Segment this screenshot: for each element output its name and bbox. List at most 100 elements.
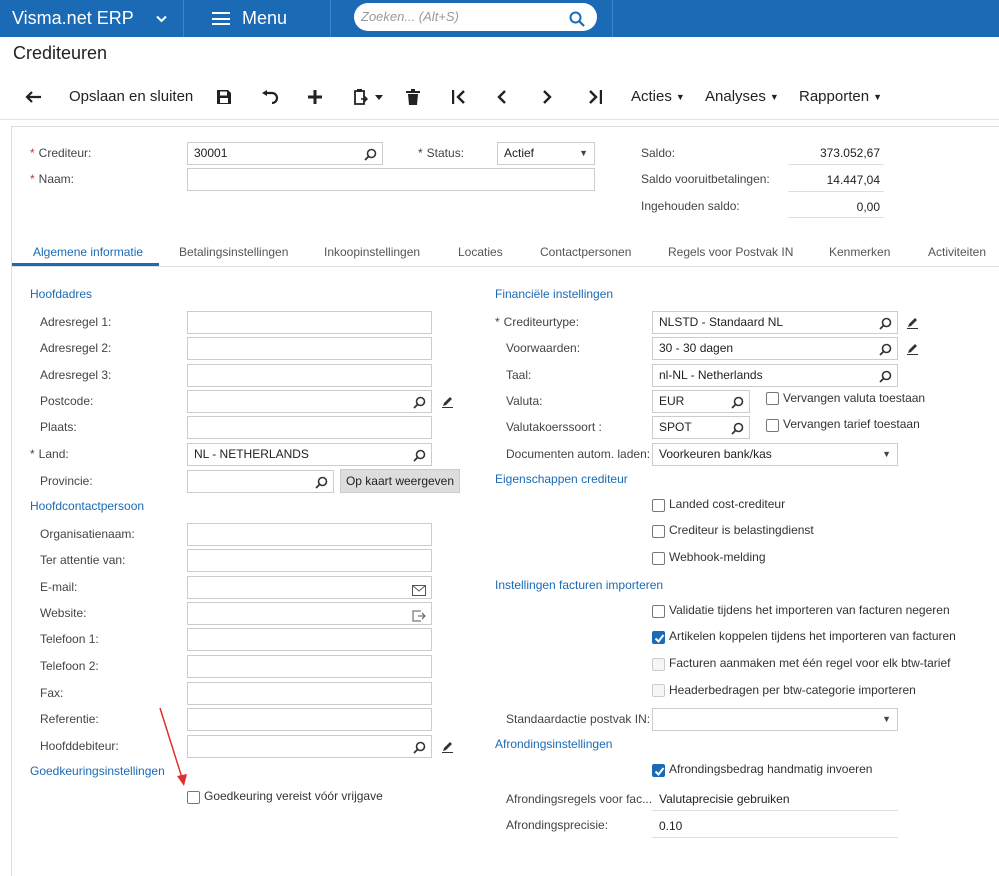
adresregel-1-field[interactable] [187,311,432,334]
save-button[interactable] [216,76,234,120]
search-icon[interactable] [731,421,744,438]
pencil-icon[interactable] [441,740,454,756]
undo-icon [262,90,279,104]
tab-kenmerken[interactable]: Kenmerken [829,245,890,259]
acties-menu[interactable]: Acties ▼ [631,76,685,120]
saldo-label: Saldo: [641,146,676,160]
checkmark-icon [654,634,665,644]
adresregel-2-field[interactable] [187,337,432,360]
envelope-icon[interactable] [412,582,426,598]
rapporten-menu[interactable]: Rapporten ▼ [799,76,882,120]
fax-field[interactable] [187,682,432,705]
search-icon[interactable] [364,147,377,164]
paste-button[interactable] [353,76,385,120]
afrondingsbedrag-checkbox[interactable] [652,764,665,777]
tab-betalingsinstellingen[interactable]: Betalingsinstellingen [179,245,288,259]
delete-button[interactable] [406,76,422,120]
headerbedragen-checkbox[interactable] [652,684,665,697]
search-icon[interactable] [413,740,426,757]
telefoon-2-field[interactable] [187,655,432,678]
search-icon[interactable] [731,395,744,412]
taal-field[interactable]: nl-NL - Netherlands [652,364,898,387]
search-icon[interactable] [413,448,426,465]
facturen-regel-checkbox[interactable] [652,658,665,671]
telefoon-1-field[interactable] [187,628,432,651]
search-icon[interactable] [569,9,585,37]
goedkeuring-checkbox[interactable] [187,791,200,804]
webhook-checkbox[interactable] [652,552,665,565]
analyses-menu[interactable]: Analyses ▼ [705,76,779,120]
app-switcher[interactable]: Visma.net ERP [0,0,183,37]
land-field[interactable]: NL - NETHERLANDS [187,443,432,466]
search-input[interactable]: Zoeken... (Alt+S) [354,3,597,31]
add-button[interactable] [307,76,325,120]
tab-regels-postvak-in[interactable]: Regels voor Postvak IN [668,245,793,259]
crediteurtype-field[interactable]: NLSTD - Standaard NL [652,311,898,334]
search-icon[interactable] [315,475,328,492]
postcode-field[interactable] [187,390,432,413]
search-icon[interactable] [413,395,426,412]
referentie-field[interactable] [187,708,432,731]
website-field[interactable] [187,602,432,625]
caret-down-icon: ▼ [882,449,891,459]
back-button[interactable] [24,76,44,120]
taal-label: Taal: [506,368,532,382]
search-icon[interactable] [879,342,892,359]
pencil-icon[interactable] [441,395,454,411]
tab-algemene-informatie[interactable]: Algemene informatie [33,245,143,259]
website-label: Website: [40,606,87,620]
saldo-value: 373.052,67 [819,146,880,160]
vervangen-valuta-checkbox[interactable] [766,392,779,405]
valuta-field[interactable]: EUR [652,390,750,413]
crediteur-field[interactable]: 30001 [187,142,383,165]
headerbedragen-label: Headerbedragen per btw-categorie importe… [669,683,916,697]
tab-locaties[interactable]: Locaties [458,245,503,259]
valutakoerssoort-field[interactable]: SPOT [652,416,750,439]
financiele-instellingen-section: Financiële instellingen [495,287,614,301]
external-link-icon[interactable] [412,608,426,624]
documenten-laden-select[interactable]: Voorkeuren bank/kas ▼ [652,443,898,466]
previous-record-button[interactable] [497,76,513,120]
pencil-icon[interactable] [906,342,919,358]
first-record-button[interactable] [452,76,468,120]
chevron-down-icon [156,0,167,37]
divider [612,0,613,37]
next-record-button[interactable] [542,76,558,120]
standaardactie-postvak-select[interactable]: ▼ [652,708,898,731]
ter-attentie-field[interactable] [187,549,432,572]
naam-field[interactable] [187,168,595,191]
organisatienaam-field[interactable] [187,523,432,546]
email-field[interactable] [187,576,432,599]
save-close-button[interactable]: Opslaan en sluiten [69,76,193,120]
last-record-button[interactable] [588,76,604,120]
facturen-regel-label: Facturen aanmaken met één regel voor elk… [669,656,951,670]
standaardactie-postvak-label: Standaardactie postvak IN: [506,712,651,726]
search-icon[interactable] [879,316,892,333]
vervangen-tarief-checkbox[interactable] [766,419,779,432]
referentie-label: Referentie: [40,712,99,726]
adresregel-3-field[interactable] [187,364,432,387]
search-icon[interactable] [879,369,892,386]
op-kaart-weergeven-button[interactable]: Op kaart weergeven [340,469,460,493]
hoofddebiteur-field[interactable] [187,735,432,758]
validatie-checkbox[interactable] [652,605,665,618]
provincie-field[interactable] [187,470,334,493]
landed-cost-checkbox[interactable] [652,499,665,512]
tab-activiteiten[interactable]: Activiteiten [928,245,986,259]
pencil-icon[interactable] [906,316,919,332]
divider [330,0,331,37]
menu-button[interactable]: Menu [212,0,287,37]
status-select[interactable]: Actief ▼ [497,142,595,165]
tab-inkoopinstellingen[interactable]: Inkoopinstellingen [324,245,420,259]
top-bar: Visma.net ERP Menu Zoeken... (Alt+S) [0,0,999,37]
plaats-field[interactable] [187,416,432,439]
belastingdienst-checkbox[interactable] [652,525,665,538]
voorwaarden-field[interactable]: 30 - 30 dagen [652,337,898,360]
webhook-label: Webhook-melding [669,550,766,564]
undo-button[interactable] [262,76,280,120]
tab-contactpersonen[interactable]: Contactpersonen [540,245,631,259]
last-icon [589,90,602,104]
artikelen-koppelen-checkbox[interactable] [652,631,665,644]
afrondingsbedrag-label: Afrondingsbedrag handmatig invoeren [669,762,873,776]
brand-label: Visma.net ERP [12,8,134,28]
